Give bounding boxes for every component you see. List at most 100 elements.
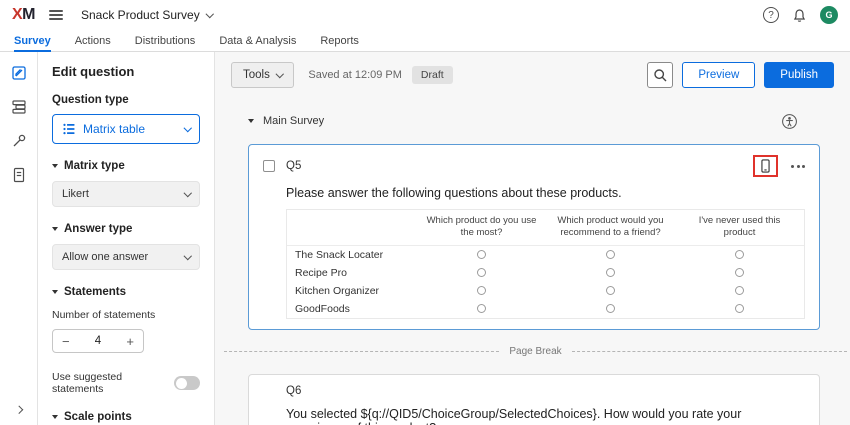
suggested-statements-toggle[interactable] — [174, 376, 200, 390]
xm-logo: XM — [12, 6, 35, 24]
survey-options-icon[interactable] — [10, 166, 28, 184]
chevron-down-icon — [183, 124, 191, 132]
radio-button[interactable] — [477, 304, 486, 313]
caret-down-icon[interactable] — [248, 119, 254, 123]
answer-type-section[interactable]: Answer type — [52, 223, 200, 235]
q6-question-text[interactable]: You selected ${q://QID5/ChoiceGroup/Sele… — [286, 407, 805, 425]
survey-name: Snack Product Survey — [81, 8, 200, 22]
survey-name-dropdown[interactable]: Snack Product Survey — [81, 8, 212, 22]
mobile-preview-icon[interactable] — [758, 158, 773, 174]
scale-points-section[interactable]: Scale points — [52, 411, 200, 423]
builder-icon[interactable] — [10, 64, 28, 82]
logo-letter-x: X — [12, 6, 22, 23]
statements-section[interactable]: Statements — [52, 286, 200, 298]
help-icon: ? — [768, 10, 774, 21]
notifications-bell-icon[interactable] — [792, 8, 807, 23]
statements-stepper: − 4 + — [52, 329, 144, 353]
matrix-row-label[interactable]: Recipe Pro — [287, 264, 417, 282]
topbar: XM Snack Product Survey ? G — [0, 0, 850, 30]
radio-button[interactable] — [735, 268, 744, 277]
radio-button[interactable] — [606, 286, 615, 295]
expand-panel-chevron[interactable] — [16, 401, 22, 415]
answer-type-value: Allow one answer — [62, 251, 148, 263]
builder-toolbar: Tools Saved at 12:09 PM Draft Preview Pu… — [215, 52, 850, 98]
toolbar-actions: Preview Publish — [647, 62, 834, 88]
decrement-button[interactable]: − — [62, 335, 70, 348]
matrix-row: The Snack Locater — [287, 246, 804, 264]
preview-button[interactable]: Preview — [682, 62, 755, 88]
help-button[interactable]: ? — [763, 7, 779, 23]
look-and-feel-icon[interactable] — [10, 132, 28, 150]
tab-distributions[interactable]: Distributions — [135, 30, 196, 51]
chevron-down-icon — [183, 252, 191, 260]
logo-letter-m: M — [22, 6, 35, 23]
more-options-icon[interactable] — [791, 161, 805, 172]
matrix-row-label[interactable]: The Snack Locater — [287, 246, 417, 264]
tab-reports[interactable]: Reports — [320, 30, 359, 51]
answer-type-select[interactable]: Allow one answer — [52, 244, 200, 270]
matrix-row-label[interactable]: GoodFoods — [287, 300, 417, 318]
annotation-highlight — [753, 155, 778, 177]
tools-button[interactable]: Tools — [231, 62, 294, 88]
statements-label: Statements — [64, 286, 126, 298]
page-break-label: Page Break — [509, 346, 561, 357]
answer-type-label: Answer type — [64, 223, 132, 235]
matrix-type-value: Likert — [62, 188, 89, 200]
radio-button[interactable] — [477, 286, 486, 295]
topbar-actions: ? G — [763, 6, 838, 24]
survey-flow-icon[interactable] — [10, 98, 28, 116]
edit-question-panel: Edit question Question type Matrix table… — [38, 52, 215, 425]
tab-survey[interactable]: Survey — [14, 30, 51, 51]
radio-button[interactable] — [735, 304, 744, 313]
q5-header-actions — [753, 155, 805, 177]
q5-question-text[interactable]: Please answer the following questions ab… — [286, 186, 805, 200]
caret-down-icon — [52, 290, 58, 294]
number-of-statements-label: Number of statements — [52, 309, 200, 321]
radio-button[interactable] — [606, 250, 615, 259]
q5-card-header: Q5 — [263, 155, 805, 177]
matrix-table: Which product do you use the most? Which… — [286, 209, 805, 319]
tab-actions[interactable]: Actions — [75, 30, 111, 51]
radio-button[interactable] — [735, 250, 744, 259]
radio-button[interactable] — [477, 250, 486, 259]
menu-icon[interactable] — [49, 10, 63, 20]
search-button[interactable] — [647, 62, 673, 88]
matrix-column-header[interactable]: Which product would you recommend to a f… — [546, 210, 675, 245]
caret-down-icon — [52, 164, 58, 168]
matrix-header-row: Which product do you use the most? Which… — [287, 210, 804, 246]
matrix-corner-cell — [287, 222, 417, 232]
avatar[interactable]: G — [820, 6, 838, 24]
matrix-row-label[interactable]: Kitchen Organizer — [287, 282, 417, 300]
q6-id: Q6 — [286, 385, 805, 397]
q5-id: Q5 — [286, 160, 301, 172]
q5-checkbox[interactable] — [263, 160, 275, 172]
radio-button[interactable] — [606, 304, 615, 313]
matrix-table-icon — [62, 122, 76, 136]
tab-data-analysis[interactable]: Data & Analysis — [219, 30, 296, 51]
matrix-row: Kitchen Organizer — [287, 282, 804, 300]
draft-badge: Draft — [412, 66, 453, 84]
radio-button[interactable] — [735, 286, 744, 295]
matrix-column-header[interactable]: I've never used this product — [675, 210, 804, 245]
matrix-type-section[interactable]: Matrix type — [52, 160, 200, 172]
chevron-down-icon — [206, 10, 214, 18]
survey-canvas: Main Survey Q5 Please answ — [215, 98, 850, 425]
publish-button[interactable]: Publish — [764, 62, 834, 88]
caret-down-icon — [52, 415, 58, 419]
radio-button[interactable] — [606, 268, 615, 277]
panel-title: Edit question — [52, 64, 200, 79]
question-card-q6[interactable]: Q6 You selected ${q://QID5/ChoiceGroup/S… — [248, 374, 820, 425]
question-type-value: Matrix table — [83, 122, 145, 136]
accessibility-icon[interactable] — [781, 113, 798, 130]
matrix-column-header[interactable]: Which product do you use the most? — [417, 210, 546, 245]
saved-status: Saved at 12:09 PM — [308, 69, 402, 81]
search-icon — [653, 68, 668, 83]
question-card-q5[interactable]: Q5 Please answer the following questions… — [248, 144, 820, 330]
question-type-select[interactable]: Matrix table — [52, 114, 200, 144]
increment-button[interactable]: + — [126, 335, 134, 348]
matrix-type-select[interactable]: Likert — [52, 181, 200, 207]
question-type-label: Question type — [52, 94, 200, 106]
avatar-initial: G — [825, 10, 832, 20]
chevron-down-icon — [276, 70, 284, 78]
radio-button[interactable] — [477, 268, 486, 277]
